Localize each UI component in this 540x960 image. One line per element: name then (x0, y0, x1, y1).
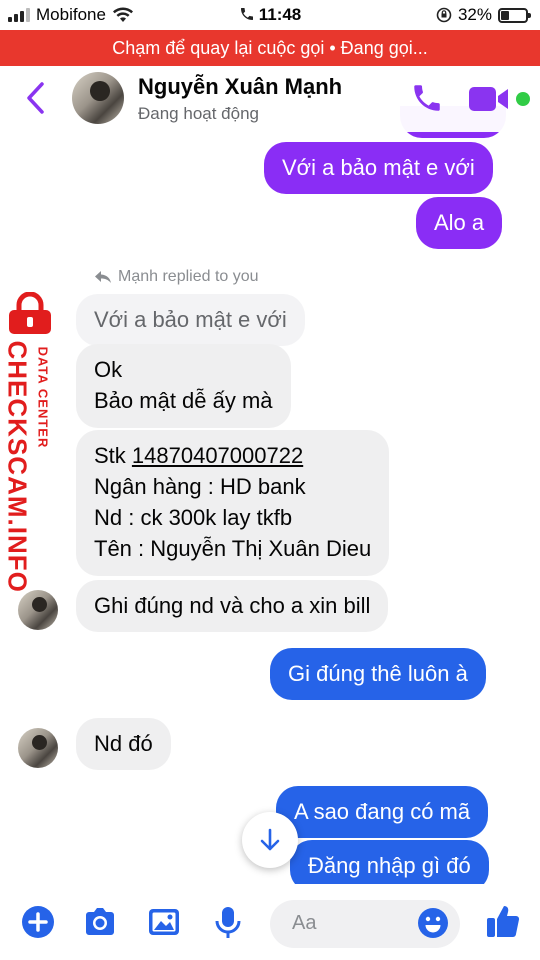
video-call-icon[interactable] (468, 84, 510, 114)
battery-icon (498, 7, 531, 23)
sender-avatar[interactable] (18, 728, 58, 768)
sender-avatar[interactable] (18, 590, 58, 630)
reply-arrow-icon (95, 271, 111, 283)
status-bar: Mobifone 11:48 32% (0, 0, 540, 30)
chevron-left-icon (27, 82, 44, 114)
message-line: Nd : ck 300k lay tkfb (94, 505, 293, 530)
online-status-dot (516, 92, 530, 106)
status-right: 32% (436, 5, 531, 25)
message-input-placeholder: Aa (292, 912, 317, 934)
lock-icon (9, 292, 51, 334)
battery-percent: 32% (457, 5, 492, 24)
arrow-down-icon (260, 828, 280, 851)
contact-status: Đang hoạt động (138, 104, 259, 123)
message-line: Ngân hàng : HD bank (94, 474, 306, 499)
message-bubble-incoming[interactable]: Ok Bảo mật dễ ấy mà (76, 344, 291, 428)
return-to-call-banner[interactable]: Chạm để quay lại cuộc gọi • Đang gọi... (0, 30, 540, 66)
orientation-lock-icon (436, 7, 452, 23)
scroll-to-bottom-button[interactable] (242, 812, 298, 868)
microphone-icon[interactable] (210, 904, 246, 940)
message-bubble-outgoing[interactable]: Với a bảo mật e với (264, 142, 493, 194)
reply-note-text: Mạnh replied to you (118, 268, 259, 285)
message-bubble-incoming[interactable]: Stk 14870407000722 Ngân hàng : HD bank N… (76, 430, 390, 576)
quoted-message[interactable]: Với a bảo mật e với (76, 294, 305, 346)
message-bubble-outgoing[interactable]: A sao đang có mã (276, 786, 489, 838)
camera-icon[interactable] (82, 904, 118, 940)
account-number-link[interactable]: 14870407000722 (132, 443, 303, 468)
message-bubble-incoming[interactable]: Ghi đúng nd và cho a xin bill (76, 580, 389, 632)
contact-avatar[interactable] (72, 72, 124, 124)
back-button[interactable] (24, 80, 54, 116)
message-bubble-outgoing[interactable]: Alo a (416, 197, 503, 249)
plus-icon[interactable] (20, 904, 56, 940)
thumbs-up-icon[interactable] (484, 902, 522, 940)
clock: 11:48 (258, 5, 302, 24)
emoji-icon[interactable] (416, 906, 450, 940)
message-line: Bảo mật dễ ấy mà (94, 388, 273, 413)
message-line: Ok (94, 357, 123, 382)
voice-call-icon[interactable] (410, 81, 444, 115)
chat-header: Nguyễn Xuân Mạnh Đang hoạt động (0, 66, 540, 132)
message-line: Stk 14870407000722 (94, 440, 371, 471)
message-bubble-incoming[interactable]: Nd đó (76, 718, 171, 770)
message-input[interactable]: Aa (270, 900, 460, 948)
watermark-subtitle: DATA CENTER (35, 346, 51, 449)
phone-call-indicator-icon (240, 8, 253, 20)
photo-gallery-icon[interactable] (146, 904, 182, 940)
message-line: Tên : Nguyễn Thị Xuân Dieu (94, 536, 372, 561)
reply-note: Mạnh replied to you (94, 268, 259, 286)
message-composer: Aa (0, 884, 540, 960)
account-label: Stk (94, 443, 132, 468)
contact-name[interactable]: Nguyễn Xuân Mạnh (138, 74, 342, 100)
watermark-title: CHECKSCAM.INFO (2, 340, 33, 593)
message-bubble-outgoing[interactable]: Gi đúng thê luôn à (270, 648, 486, 700)
